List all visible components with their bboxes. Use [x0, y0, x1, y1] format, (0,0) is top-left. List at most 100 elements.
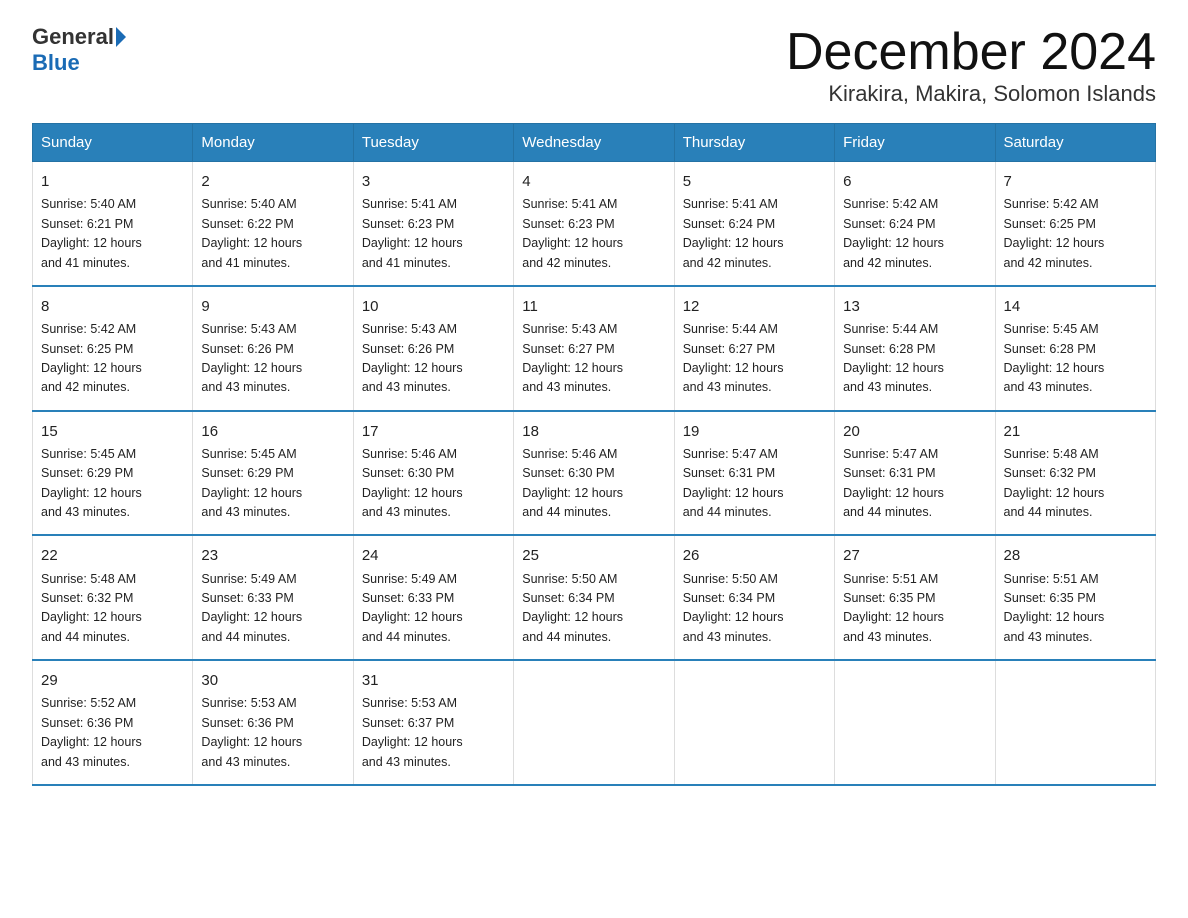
day-number: 30: [201, 669, 344, 692]
daylight-minutes: and 43 minutes.: [41, 505, 130, 519]
daylight-label: Daylight: 12 hours: [1004, 486, 1105, 500]
calendar-day-cell: 3 Sunrise: 5:41 AM Sunset: 6:23 PM Dayli…: [353, 162, 513, 286]
weekday-header-monday: Monday: [193, 124, 353, 162]
sunset-label: Sunset: 6:26 PM: [201, 342, 293, 356]
day-number: 8: [41, 295, 184, 318]
sunset-label: Sunset: 6:28 PM: [1004, 342, 1096, 356]
day-number: 17: [362, 420, 505, 443]
calendar-day-cell: 8 Sunrise: 5:42 AM Sunset: 6:25 PM Dayli…: [33, 286, 193, 411]
calendar-day-cell: 14 Sunrise: 5:45 AM Sunset: 6:28 PM Dayl…: [995, 286, 1155, 411]
sunset-label: Sunset: 6:27 PM: [683, 342, 775, 356]
calendar-week-row: 29 Sunrise: 5:52 AM Sunset: 6:36 PM Dayl…: [33, 660, 1156, 785]
sunset-label: Sunset: 6:29 PM: [41, 466, 133, 480]
logo-triangle-icon: [116, 27, 126, 47]
sunrise-label: Sunrise: 5:47 AM: [843, 447, 938, 461]
day-number: 15: [41, 420, 184, 443]
sunset-label: Sunset: 6:22 PM: [201, 217, 293, 231]
daylight-minutes: and 43 minutes.: [362, 505, 451, 519]
daylight-minutes: and 43 minutes.: [683, 630, 772, 644]
sunrise-label: Sunrise: 5:46 AM: [522, 447, 617, 461]
day-number: 9: [201, 295, 344, 318]
calendar-day-cell: 31 Sunrise: 5:53 AM Sunset: 6:37 PM Dayl…: [353, 660, 513, 785]
daylight-label: Daylight: 12 hours: [201, 735, 302, 749]
sunrise-label: Sunrise: 5:51 AM: [1004, 572, 1099, 586]
daylight-label: Daylight: 12 hours: [201, 486, 302, 500]
daylight-label: Daylight: 12 hours: [41, 610, 142, 624]
daylight-label: Daylight: 12 hours: [362, 236, 463, 250]
weekday-header-sunday: Sunday: [33, 124, 193, 162]
daylight-minutes: and 42 minutes.: [41, 380, 130, 394]
sunset-label: Sunset: 6:23 PM: [362, 217, 454, 231]
daylight-minutes: and 43 minutes.: [683, 380, 772, 394]
sunrise-label: Sunrise: 5:41 AM: [683, 197, 778, 211]
calendar-day-cell: 10 Sunrise: 5:43 AM Sunset: 6:26 PM Dayl…: [353, 286, 513, 411]
weekday-header-friday: Friday: [835, 124, 995, 162]
calendar-day-cell: 4 Sunrise: 5:41 AM Sunset: 6:23 PM Dayli…: [514, 162, 674, 286]
calendar-day-cell: 29 Sunrise: 5:52 AM Sunset: 6:36 PM Dayl…: [33, 660, 193, 785]
sunrise-label: Sunrise: 5:46 AM: [362, 447, 457, 461]
sunset-label: Sunset: 6:27 PM: [522, 342, 614, 356]
calendar-day-cell: 5 Sunrise: 5:41 AM Sunset: 6:24 PM Dayli…: [674, 162, 834, 286]
daylight-minutes: and 43 minutes.: [362, 380, 451, 394]
sunrise-label: Sunrise: 5:50 AM: [683, 572, 778, 586]
sunrise-label: Sunrise: 5:51 AM: [843, 572, 938, 586]
sunrise-label: Sunrise: 5:43 AM: [362, 322, 457, 336]
day-number: 14: [1004, 295, 1147, 318]
title-block: December 2024 Kirakira, Makira, Solomon …: [786, 24, 1156, 107]
sunset-label: Sunset: 6:25 PM: [41, 342, 133, 356]
sunset-label: Sunset: 6:26 PM: [362, 342, 454, 356]
daylight-minutes: and 41 minutes.: [41, 256, 130, 270]
day-number: 12: [683, 295, 826, 318]
daylight-minutes: and 44 minutes.: [683, 505, 772, 519]
daylight-label: Daylight: 12 hours: [683, 361, 784, 375]
daylight-label: Daylight: 12 hours: [41, 361, 142, 375]
empty-cell: [835, 660, 995, 785]
sunrise-label: Sunrise: 5:53 AM: [201, 696, 296, 710]
day-number: 31: [362, 669, 505, 692]
calendar-day-cell: 20 Sunrise: 5:47 AM Sunset: 6:31 PM Dayl…: [835, 411, 995, 536]
day-number: 21: [1004, 420, 1147, 443]
sunrise-label: Sunrise: 5:50 AM: [522, 572, 617, 586]
location-title: Kirakira, Makira, Solomon Islands: [786, 81, 1156, 107]
day-number: 4: [522, 170, 665, 193]
calendar-day-cell: 11 Sunrise: 5:43 AM Sunset: 6:27 PM Dayl…: [514, 286, 674, 411]
day-number: 7: [1004, 170, 1147, 193]
weekday-header-row: SundayMondayTuesdayWednesdayThursdayFrid…: [33, 124, 1156, 162]
daylight-label: Daylight: 12 hours: [683, 486, 784, 500]
sunset-label: Sunset: 6:32 PM: [1004, 466, 1096, 480]
daylight-label: Daylight: 12 hours: [201, 236, 302, 250]
daylight-label: Daylight: 12 hours: [362, 610, 463, 624]
daylight-label: Daylight: 12 hours: [362, 486, 463, 500]
daylight-label: Daylight: 12 hours: [843, 486, 944, 500]
sunrise-label: Sunrise: 5:49 AM: [362, 572, 457, 586]
calendar-day-cell: 22 Sunrise: 5:48 AM Sunset: 6:32 PM Dayl…: [33, 535, 193, 660]
calendar-day-cell: 21 Sunrise: 5:48 AM Sunset: 6:32 PM Dayl…: [995, 411, 1155, 536]
sunrise-label: Sunrise: 5:43 AM: [201, 322, 296, 336]
daylight-label: Daylight: 12 hours: [843, 236, 944, 250]
daylight-minutes: and 43 minutes.: [843, 380, 932, 394]
daylight-minutes: and 42 minutes.: [843, 256, 932, 270]
sunrise-label: Sunrise: 5:41 AM: [362, 197, 457, 211]
logo-blue: Blue: [32, 50, 80, 75]
sunrise-label: Sunrise: 5:45 AM: [1004, 322, 1099, 336]
daylight-label: Daylight: 12 hours: [843, 610, 944, 624]
daylight-minutes: and 42 minutes.: [683, 256, 772, 270]
daylight-label: Daylight: 12 hours: [522, 486, 623, 500]
daylight-minutes: and 44 minutes.: [362, 630, 451, 644]
daylight-minutes: and 44 minutes.: [522, 505, 611, 519]
daylight-label: Daylight: 12 hours: [201, 361, 302, 375]
calendar-day-cell: 7 Sunrise: 5:42 AM Sunset: 6:25 PM Dayli…: [995, 162, 1155, 286]
daylight-label: Daylight: 12 hours: [1004, 610, 1105, 624]
daylight-label: Daylight: 12 hours: [683, 236, 784, 250]
daylight-minutes: and 43 minutes.: [843, 630, 932, 644]
sunrise-label: Sunrise: 5:53 AM: [362, 696, 457, 710]
sunrise-label: Sunrise: 5:52 AM: [41, 696, 136, 710]
calendar-week-row: 1 Sunrise: 5:40 AM Sunset: 6:21 PM Dayli…: [33, 162, 1156, 286]
sunset-label: Sunset: 6:24 PM: [843, 217, 935, 231]
daylight-label: Daylight: 12 hours: [522, 236, 623, 250]
calendar-day-cell: 19 Sunrise: 5:47 AM Sunset: 6:31 PM Dayl…: [674, 411, 834, 536]
calendar-day-cell: 2 Sunrise: 5:40 AM Sunset: 6:22 PM Dayli…: [193, 162, 353, 286]
daylight-label: Daylight: 12 hours: [362, 735, 463, 749]
sunset-label: Sunset: 6:31 PM: [683, 466, 775, 480]
day-number: 19: [683, 420, 826, 443]
